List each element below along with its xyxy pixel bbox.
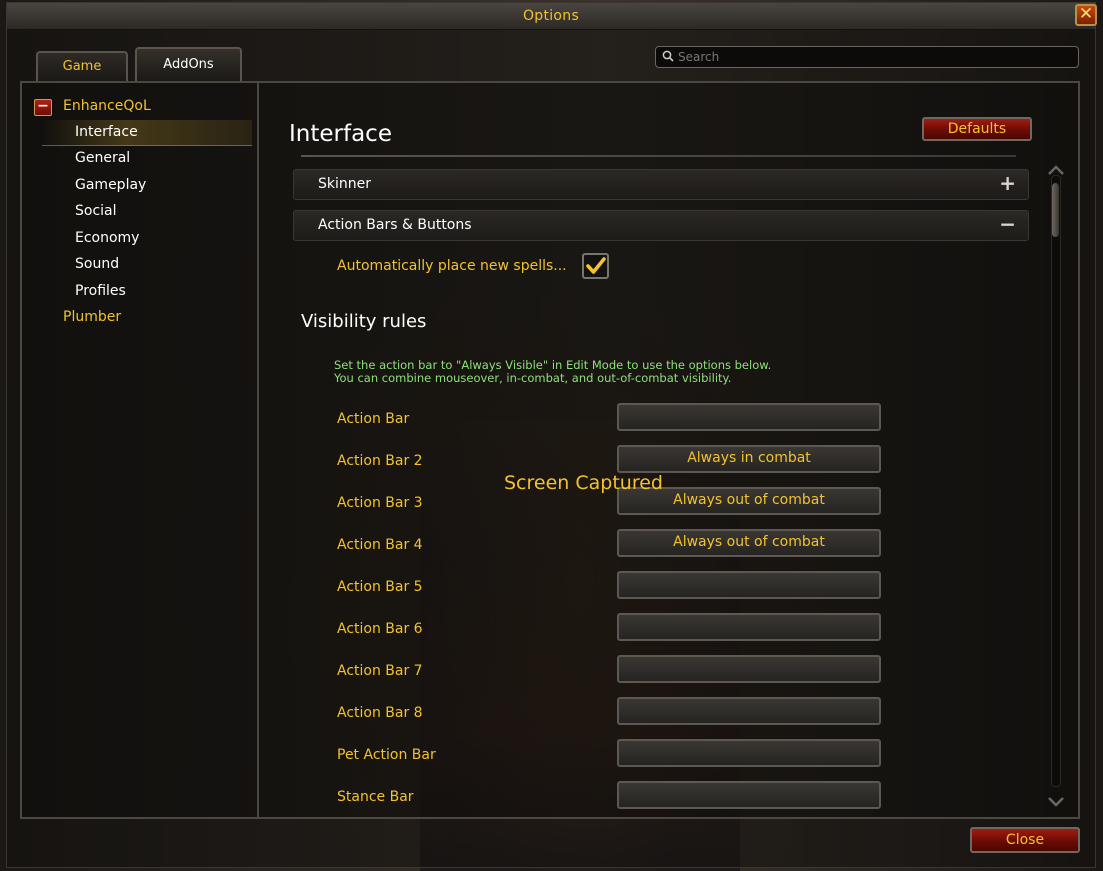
visibility-info: Set the action bar to "Always Visible" i… [334, 359, 771, 385]
section-skinner[interactable]: Skinner + [293, 169, 1029, 200]
dropdown-action-bar[interactable] [617, 403, 881, 431]
collapse-icon[interactable]: − [34, 99, 52, 116]
section-label: Skinner [318, 176, 371, 192]
section-action-bars[interactable]: Action Bars & Buttons − [293, 210, 1029, 241]
search-input[interactable] [678, 47, 1068, 67]
dropdown-action-bar-7[interactable] [617, 655, 881, 683]
dropdown-action-bar-8[interactable] [617, 697, 881, 725]
row-label-action-bar-8: Action Bar 8 [337, 705, 423, 721]
options-window: Options ✕ Game AddOns − EnhanceQoL Inter… [6, 2, 1097, 868]
title-divider [301, 155, 1016, 157]
auto-place-label: Automatically place new spells... [337, 258, 567, 274]
row-label-stance-bar: Stance Bar [337, 789, 414, 805]
defaults-button[interactable]: Defaults [922, 117, 1032, 141]
settings-panel: − EnhanceQoL Interface General Gameplay … [20, 81, 1080, 819]
screen-captured-notice: Screen Captured [504, 472, 663, 494]
window-title: Options [522, 8, 580, 24]
sidebar-item-economy[interactable]: Economy [75, 230, 139, 246]
page-title: Interface [289, 121, 392, 147]
expand-icon[interactable]: + [999, 171, 1016, 195]
tab-game[interactable]: Game [36, 51, 128, 81]
search-box[interactable] [655, 46, 1079, 68]
dropdown-stance-bar[interactable] [617, 781, 881, 809]
section-label: Action Bars & Buttons [318, 217, 472, 233]
tree-root-label: EnhanceQoL [63, 98, 151, 114]
search-icon [662, 50, 674, 62]
row-label-action-bar: Action Bar [337, 411, 410, 427]
dropdown-action-bar-4[interactable]: Always out of combat [617, 529, 881, 557]
row-label-action-bar-4: Action Bar 4 [337, 537, 423, 553]
collapse-icon[interactable]: − [999, 212, 1016, 236]
row-label-action-bar-7: Action Bar 7 [337, 663, 423, 679]
row-label-action-bar-6: Action Bar 6 [337, 621, 423, 637]
sidebar-item-profiles[interactable]: Profiles [75, 283, 126, 299]
sidebar-item-plumber[interactable]: Plumber [63, 309, 121, 325]
selection-highlight [42, 120, 252, 146]
dropdown-pet-action-bar[interactable] [617, 739, 881, 767]
row-label-pet-action-bar: Pet Action Bar [337, 747, 436, 763]
close-icon[interactable]: ✕ [1075, 4, 1097, 26]
tab-addons[interactable]: AddOns [135, 47, 242, 81]
sidebar-item-general[interactable]: General [75, 150, 130, 166]
info-line: You can combine mouseover, in-combat, an… [334, 371, 732, 385]
scroll-down-icon[interactable] [1046, 795, 1066, 809]
category-sidebar: − EnhanceQoL Interface General Gameplay … [22, 83, 259, 817]
checkmark-icon [586, 257, 606, 274]
row-label-action-bar-5: Action Bar 5 [337, 579, 423, 595]
close-button[interactable]: Close [970, 827, 1080, 853]
content-area: Interface Defaults Skinner + Action Bars… [261, 83, 1078, 817]
title-bar[interactable]: Options ✕ [7, 3, 1097, 30]
sidebar-item-sound[interactable]: Sound [75, 256, 119, 272]
dropdown-action-bar-2[interactable]: Always in combat [617, 445, 881, 473]
sidebar-item-social[interactable]: Social [75, 203, 117, 219]
scrollbar-track[interactable] [1051, 175, 1061, 787]
row-label-action-bar-2: Action Bar 2 [337, 453, 423, 469]
sidebar-item-gameplay[interactable]: Gameplay [75, 177, 146, 193]
scrollbar-thumb[interactable] [1052, 183, 1059, 237]
visibility-heading: Visibility rules [301, 311, 427, 332]
sidebar-item-interface[interactable]: Interface [75, 124, 138, 140]
row-label-action-bar-3: Action Bar 3 [337, 495, 423, 511]
dropdown-action-bar-6[interactable] [617, 613, 881, 641]
dropdown-action-bar-5[interactable] [617, 571, 881, 599]
auto-place-checkbox[interactable] [582, 253, 609, 279]
